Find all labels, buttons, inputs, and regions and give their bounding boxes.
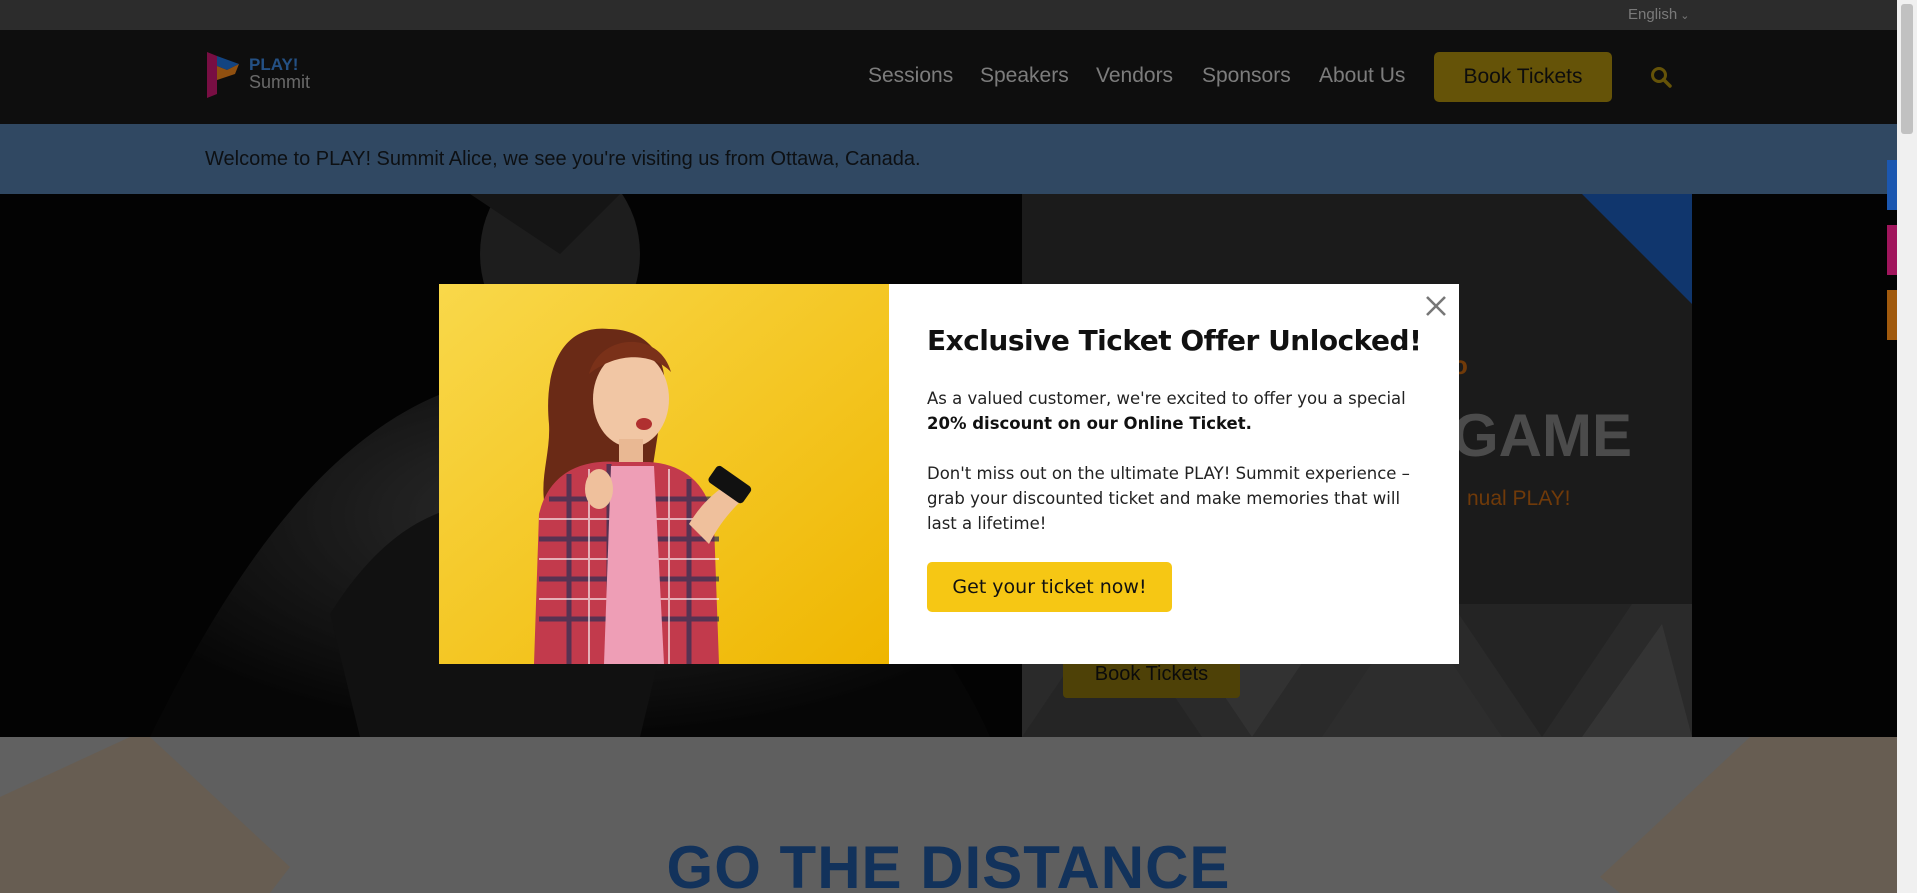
offer-modal: Exclusive Ticket Offer Unlocked! As a va… xyxy=(439,284,1459,664)
modal-offer-discount: 20% discount on our Online Ticket. xyxy=(927,414,1252,433)
modal-offer-text: As a valued customer, we're excited to o… xyxy=(927,386,1427,436)
side-tab-orange[interactable] xyxy=(1887,290,1897,340)
side-tab-blue[interactable] xyxy=(1887,160,1897,210)
scrollbar-thumb[interactable] xyxy=(1901,4,1913,134)
modal-title: Exclusive Ticket Offer Unlocked! xyxy=(927,324,1422,357)
get-ticket-button[interactable]: Get your ticket now! xyxy=(927,562,1172,612)
modal-offer-lead: As a valued customer, we're excited to o… xyxy=(927,389,1406,408)
close-icon[interactable] xyxy=(1422,292,1450,320)
page-scrollbar[interactable] xyxy=(1897,0,1917,893)
modal-photo xyxy=(439,284,889,664)
side-tab-pink[interactable] xyxy=(1887,225,1897,275)
modal-body-text: Don't miss out on the ultimate PLAY! Sum… xyxy=(927,464,1410,533)
page: English ⌄ PLAY! Summit Sessions Speakers … xyxy=(0,0,1897,893)
